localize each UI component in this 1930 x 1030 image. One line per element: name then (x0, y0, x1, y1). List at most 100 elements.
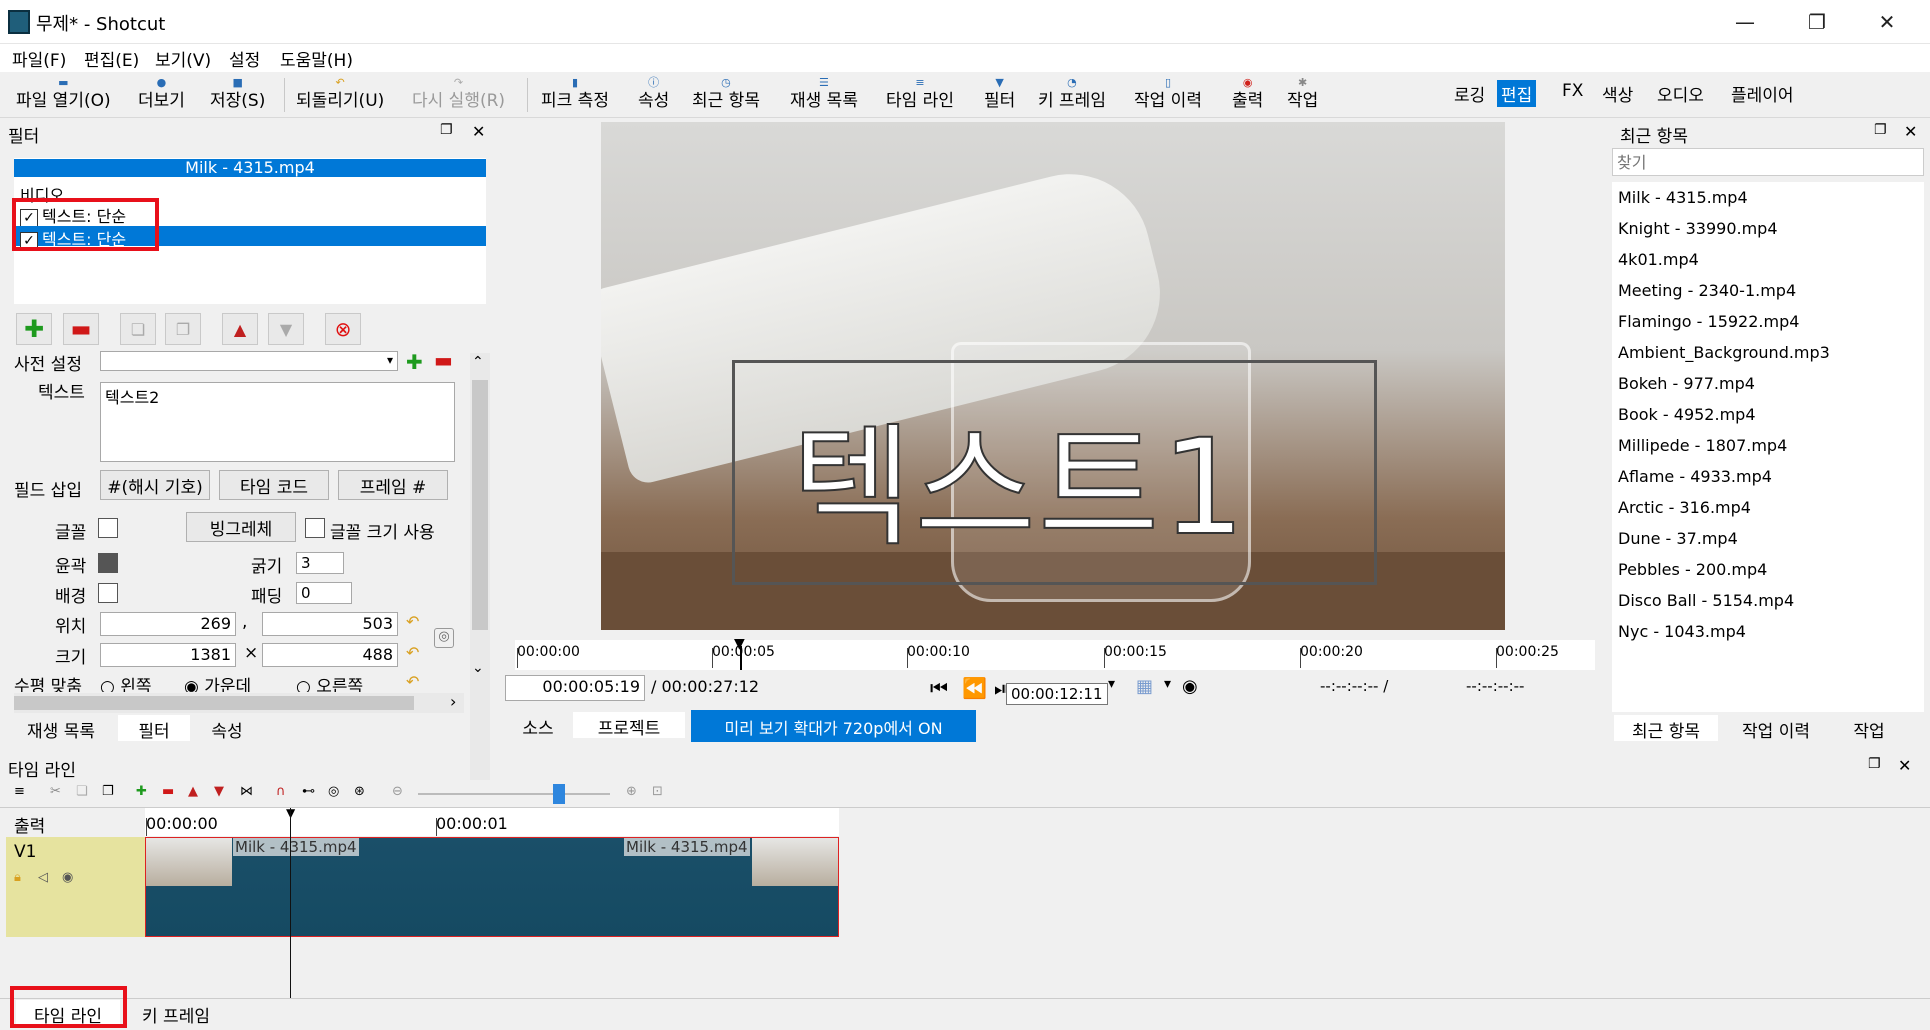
menu-file[interactable]: 파일(F) (12, 46, 66, 71)
recent-item[interactable]: Knight - 33990.mp4 (1618, 219, 1778, 238)
recent-item[interactable]: Ambient_Background.mp3 (1618, 343, 1830, 362)
workspace-fx[interactable]: FX (1558, 80, 1587, 102)
reset-align-icon[interactable]: ↶ (406, 672, 419, 691)
tab-keyframes[interactable]: 키 프레임 (126, 1000, 226, 1027)
lift-icon[interactable]: ▲ (188, 784, 198, 799)
scroll-right-icon[interactable]: › (450, 692, 456, 711)
zoom-in-icon[interactable]: ⊕ (626, 784, 637, 799)
keyframes-button[interactable]: ◔ 키 프레임 (1038, 76, 1106, 116)
reset-size-icon[interactable]: ↶ (406, 643, 419, 662)
recent-item[interactable]: Disco Ball - 5154.mp4 (1618, 591, 1794, 610)
recent-button[interactable]: ◷ 최근 항목 (692, 76, 760, 116)
add-preset-icon[interactable]: ✚ (406, 350, 423, 374)
skip-previous-icon[interactable]: ⏮ (930, 676, 948, 700)
scroll-up-icon[interactable]: ⌃ (472, 354, 484, 370)
deselect-icon[interactable]: ⊗ (325, 313, 361, 345)
font-checkbox[interactable] (98, 518, 118, 538)
recent-item[interactable]: Arctic - 316.mp4 (1618, 498, 1751, 517)
close-window-button[interactable]: ✕ (1852, 0, 1922, 44)
recent-item[interactable]: Milk - 4315.mp4 (1618, 188, 1748, 207)
peak-meter-button[interactable]: ▮ 피크 측정 (541, 76, 609, 116)
background-color-swatch[interactable] (98, 583, 118, 603)
paste-icon[interactable]: ❐ (102, 784, 114, 799)
timeline-playhead[interactable] (290, 808, 291, 1000)
cut-icon[interactable]: ✂ (50, 784, 61, 799)
size-height-input[interactable]: 488 (262, 643, 398, 667)
recent-item[interactable]: Pebbles - 200.mp4 (1618, 560, 1767, 579)
move-down-icon[interactable]: ▼ (268, 313, 304, 345)
zoom-slider[interactable] (418, 793, 610, 795)
position-y-input[interactable]: 503 (262, 612, 398, 636)
halign-right-radio[interactable]: ○ 오른쪽 (296, 672, 363, 692)
recent-item[interactable]: Millipede - 1807.mp4 (1618, 436, 1787, 455)
grid-icon[interactable]: ▦ (1136, 676, 1153, 697)
recent-item[interactable]: 4k01.mp4 (1618, 250, 1699, 269)
lock-icon[interactable]: 🔒︎ (14, 870, 21, 885)
menu-icon[interactable]: ≡ (14, 784, 25, 799)
halign-center-radio[interactable]: ◉ 가운데 (184, 672, 251, 692)
more-button[interactable]: ● 더보기 (138, 76, 185, 116)
remove-preset-icon[interactable]: ▬ (434, 348, 453, 372)
zoom-slider-handle[interactable] (553, 784, 565, 804)
text-input[interactable]: 텍스트2 (100, 382, 455, 462)
ripple-icon[interactable]: ◎ (328, 784, 339, 799)
close-panel-icon[interactable]: ✕ (472, 122, 485, 141)
preset-dropdown[interactable]: ▾ (100, 351, 398, 371)
menu-settings[interactable]: 설정 (229, 46, 260, 71)
timeline-button[interactable]: ≡ 타임 라인 (886, 76, 954, 116)
tab-filters[interactable]: 필터 (118, 715, 190, 742)
reset-position-icon[interactable]: ↶ (406, 612, 419, 631)
remove-filter-icon[interactable]: ▬ (63, 313, 99, 345)
history-button[interactable]: ▯ 작업 이력 (1134, 76, 1202, 116)
preview-ruler[interactable] (515, 640, 1595, 670)
recent-item[interactable]: Dune - 37.mp4 (1618, 529, 1738, 548)
position-timecode[interactable]: 00:00:05:19 (505, 675, 645, 701)
tab-history[interactable]: 작업 이력 (1720, 715, 1832, 742)
thickness-spinbox[interactable]: 3 (296, 552, 344, 574)
recent-item[interactable]: Meeting - 2340-1.mp4 (1618, 281, 1796, 300)
playlist-button[interactable]: ☰ 재생 목록 (790, 76, 858, 116)
ripple-delete-icon[interactable]: ▬ (162, 784, 174, 799)
font-size-checkbox[interactable] (305, 518, 325, 538)
video-preview[interactable]: 텍스트1 (601, 122, 1505, 630)
search-input[interactable] (1612, 148, 1924, 176)
undo-button[interactable]: ↶ 되돌리기(U) (296, 76, 384, 116)
append-icon[interactable]: ✚ (136, 784, 147, 799)
zoom-out-icon[interactable]: ⊖ (392, 784, 403, 799)
copy-icon[interactable]: ❏ (76, 784, 88, 799)
frame-number-button[interactable]: 프레임 # (338, 470, 448, 500)
overwrite-icon[interactable]: ▼ (214, 784, 224, 799)
restore-button[interactable]: ❐ (1782, 0, 1852, 44)
redo-button[interactable]: ↷ 다시 실행(R) (412, 76, 505, 116)
mute-icon[interactable]: ◁ (38, 870, 48, 885)
zoom-icon[interactable]: ◉ (1182, 676, 1198, 697)
recent-item[interactable]: Nyc - 1043.mp4 (1618, 622, 1746, 641)
undock-icon[interactable]: ❐ (1874, 122, 1887, 138)
open-file-button[interactable]: ▬ 파일 열기(O) (16, 76, 111, 116)
undock-icon[interactable]: ❐ (440, 122, 453, 138)
scrollbar-thumb[interactable] (14, 696, 414, 710)
hash-button[interactable]: #(해시 기호) (100, 470, 210, 500)
undock-icon[interactable]: ❐ (1868, 756, 1881, 772)
position-x-input[interactable]: 269 (100, 612, 236, 636)
close-panel-icon[interactable]: ✕ (1904, 122, 1917, 141)
scroll-down-icon[interactable]: ⌄ (472, 660, 484, 676)
paste-icon[interactable]: ❐ (165, 313, 201, 345)
filters-button[interactable]: ▼ 필터 (984, 76, 1015, 116)
visibility-icon[interactable]: ◉ (62, 870, 73, 885)
padding-spinbox[interactable]: 0 (296, 582, 352, 604)
close-panel-icon[interactable]: ✕ (1898, 756, 1911, 775)
tab-project[interactable]: 프로젝트 (573, 712, 685, 739)
menu-edit[interactable]: 편집(E) (84, 46, 139, 71)
volume-dropdown-icon[interactable]: ▾ (1108, 676, 1115, 692)
split-icon[interactable]: ⋈ (240, 784, 253, 799)
grid-dropdown-icon[interactable]: ▾ (1164, 676, 1171, 692)
recent-item[interactable]: Flamingo - 15922.mp4 (1618, 312, 1799, 331)
timecode-button[interactable]: 타임 코드 (219, 470, 329, 500)
move-up-icon[interactable]: ▲ (222, 313, 258, 345)
halign-left-radio[interactable]: ○ 왼쪽 (100, 672, 152, 692)
recent-item[interactable]: Bokeh - 977.mp4 (1618, 374, 1755, 393)
snap-icon[interactable]: ∩ (276, 784, 286, 799)
rewind-icon[interactable]: ⏪ (962, 676, 987, 700)
recent-item[interactable]: Aflame - 4933.mp4 (1618, 467, 1772, 486)
